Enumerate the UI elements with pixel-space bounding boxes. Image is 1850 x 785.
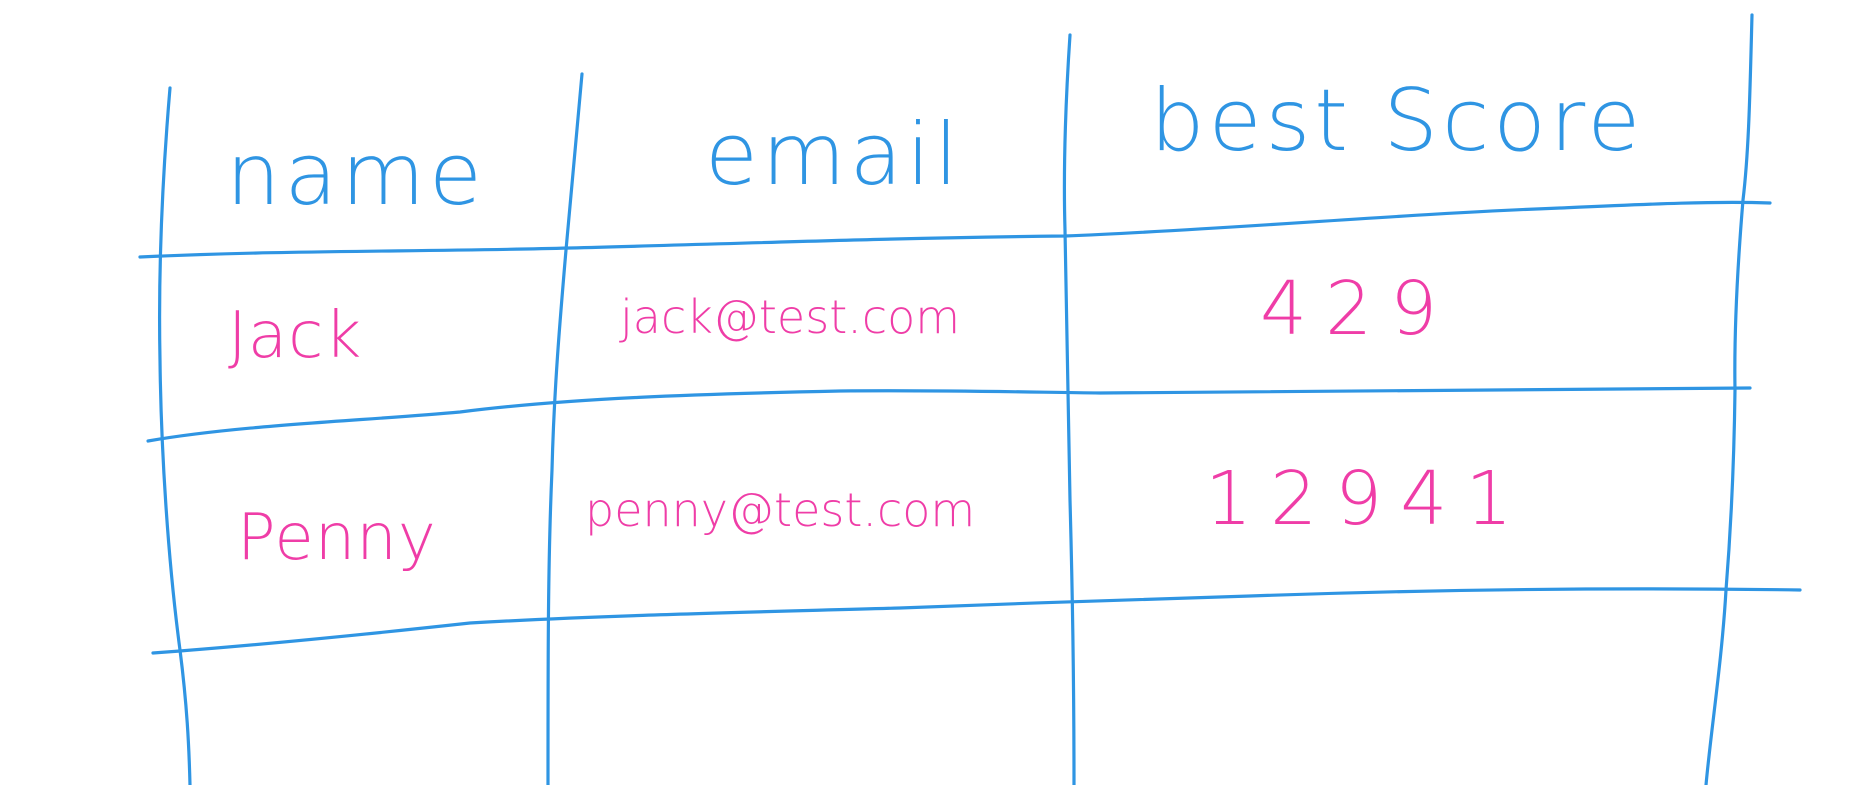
grid-line-right [1704,13,1754,785]
row-1-name: Jack [228,299,363,373]
header-best-score-label: best Score [1150,71,1645,171]
grid-line-row-divider-1 [146,386,1752,443]
row-1-email: jack@test.com [620,290,961,344]
header-email-label: email [705,105,963,205]
grid-line-row-divider-2 [151,587,1802,655]
grid-line-email-score [1062,33,1076,785]
header-name-label: name [226,125,486,225]
row-2-email: penny@test.com [585,483,976,537]
grid-line-name-email [546,72,584,785]
row-2-best-score: 12941 [1205,456,1531,542]
row-2-name: Penny [237,501,437,575]
row-1-best-score: 429 [1260,266,1456,352]
